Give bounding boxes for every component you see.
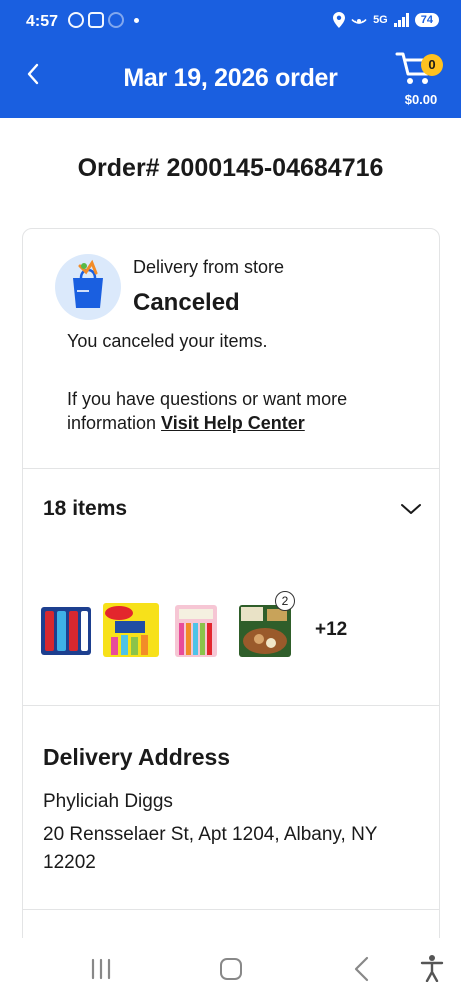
status-message: You canceled your items.: [67, 331, 268, 351]
delivery-type: Delivery from store: [133, 257, 285, 277]
home-button[interactable]: [220, 958, 242, 980]
visit-help-center-link[interactable]: Visit Help Center: [161, 413, 305, 433]
hotspot-icon: [351, 18, 367, 24]
page-title: Mar 19, 2026 order: [123, 64, 338, 92]
divider: [23, 705, 439, 706]
threads-icon: [68, 12, 84, 28]
system-back-button[interactable]: [352, 956, 370, 982]
twin-pops-icon[interactable]: [173, 601, 219, 659]
system-icons: 5G 74: [333, 12, 439, 28]
notification-icons: [68, 12, 139, 28]
street-address: 20 Rensselaer St, Apt 1204, Albany, NY 1…: [43, 824, 378, 873]
location-icon: [333, 12, 346, 28]
cart-button[interactable]: 0 $0.00: [395, 50, 447, 112]
network-type: 5G: [373, 14, 388, 26]
status-time: 4:57: [26, 13, 59, 30]
popsicle-box-icon[interactable]: [101, 601, 161, 659]
divider: [23, 909, 439, 910]
walmart-bag-icon: [55, 254, 121, 320]
accessibility-icon: [420, 955, 444, 983]
icee-freeze-pops-icon[interactable]: [39, 601, 95, 659]
divider: [23, 468, 439, 469]
screenshot-icon: [88, 12, 104, 28]
battery-icon: 74: [414, 13, 439, 27]
back-arrow-icon: [354, 956, 369, 982]
order-number: Order# 2000145-04684716: [77, 154, 384, 182]
order-details-card: Delivery from store Canceled You cancele…: [22, 228, 440, 968]
phone-icon: [108, 12, 124, 28]
more-notifications-dot-icon: [134, 17, 139, 23]
cart-count-badge: 0: [421, 54, 443, 76]
cart-total: $0.00: [404, 92, 438, 107]
system-navigation-bar: [0, 938, 461, 1000]
recent-apps-button[interactable]: [88, 958, 114, 980]
help-text: If you have questions or want more infor…: [67, 387, 417, 435]
items-count: 18 items: [43, 497, 128, 520]
recent-apps-icon: [91, 958, 111, 980]
signal-icon: [393, 13, 409, 27]
delivery-address-heading: Delivery Address: [43, 744, 231, 770]
order-status: Canceled: [133, 289, 240, 316]
accessibility-button[interactable]: [420, 954, 444, 983]
recipient-name: Phyliciah Diggs: [43, 791, 173, 812]
more-items-count[interactable]: +12: [315, 619, 347, 641]
quantity-badge: 2: [275, 591, 295, 611]
chevron-down-icon: [401, 504, 421, 514]
expand-items-button[interactable]: [399, 497, 423, 521]
app-header: 4:57 5G 74 Mar 19, 2026 order 0 $0.00: [0, 0, 461, 118]
status-bar: 4:57 5G 74: [0, 0, 461, 44]
